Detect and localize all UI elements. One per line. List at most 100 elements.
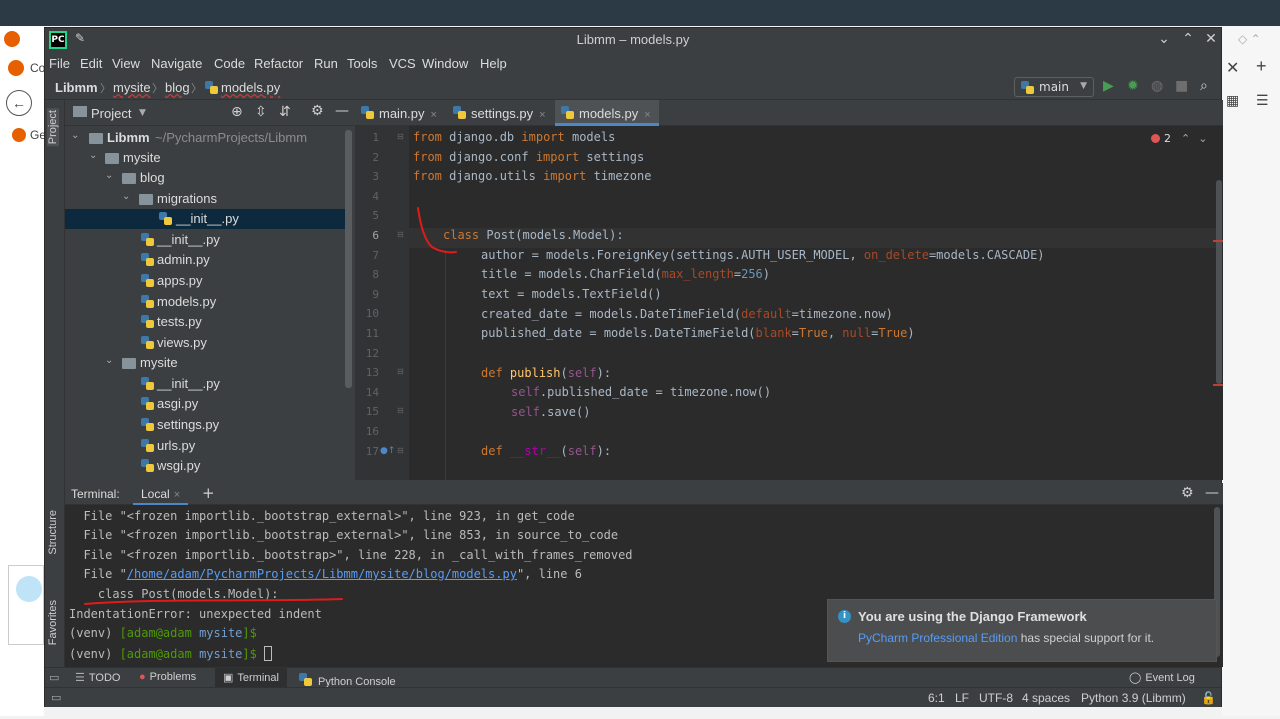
code-line-2[interactable]: from django.conf import settings: [413, 150, 644, 170]
tab-models-py[interactable]: models.py ×: [555, 100, 659, 126]
python-console-tab[interactable]: Python Console: [291, 668, 404, 688]
notification-link[interactable]: PyCharm Professional Edition: [858, 631, 1017, 645]
caret-position[interactable]: 6:1: [928, 691, 945, 705]
file-link[interactable]: /home/adam/PycharmProjects/Libmm/mysite/…: [127, 567, 517, 581]
tab-settings-py[interactable]: settings.py ×: [447, 100, 551, 126]
maximize-icon[interactable]: ⌃: [1179, 31, 1197, 47]
close-icon[interactable]: ×: [539, 109, 545, 121]
chevron-down-icon[interactable]: ⌄: [1198, 132, 1207, 145]
fold-icon[interactable]: ⊟: [397, 230, 404, 239]
menu-vcs[interactable]: VCS: [389, 56, 416, 71]
menu-refactor[interactable]: Refactor: [254, 56, 303, 71]
code-editor[interactable]: main.py × settings.py × models.py × 1 2 3 4…: [355, 100, 1223, 482]
tree-folder[interactable]: ⌄ migrations: [65, 189, 352, 209]
tree-file[interactable]: settings.py: [65, 415, 352, 435]
toggle-tool-windows-icon[interactable]: ▭: [49, 671, 59, 684]
stop-icon[interactable]: ■: [1175, 78, 1188, 94]
problems-indicator[interactable]: 2 ⌃ ⌄: [1151, 132, 1207, 145]
close-icon[interactable]: ×: [431, 109, 437, 121]
menu-window[interactable]: Window: [422, 56, 468, 71]
tree-file[interactable]: wsgi.py: [65, 456, 352, 476]
close-icon[interactable]: ×: [174, 489, 180, 501]
tree-file[interactable]: admin.py: [65, 250, 352, 270]
chevron-down-icon[interactable]: ⌄: [105, 170, 113, 181]
menu-view[interactable]: View: [112, 56, 140, 71]
bookmark-icon[interactable]: [12, 128, 26, 142]
new-tab-icon[interactable]: +: [1256, 56, 1267, 77]
tree-file[interactable]: apps.py: [65, 271, 352, 291]
hide-panel-icon[interactable]: —: [335, 103, 349, 119]
event-log-tab[interactable]: ◯ Event Log: [1121, 668, 1203, 688]
code-line-11[interactable]: published_date = models.DateTimeField(bl…: [481, 326, 915, 346]
tab-main-py[interactable]: main.py ×: [355, 100, 445, 126]
code-line-8[interactable]: title = models.CharField(max_length=256): [481, 267, 770, 287]
code-line-9[interactable]: text = models.TextField(): [481, 287, 662, 307]
extensions-icon[interactable]: ▦: [1226, 92, 1239, 109]
browser-window-controls[interactable]: ◇ ⌃: [1238, 32, 1261, 46]
gear-icon[interactable]: ⚙: [1181, 485, 1194, 501]
terminal-tab-local[interactable]: Local ×: [133, 483, 189, 505]
project-scrollbar[interactable]: [345, 130, 352, 388]
status-toggle-icon[interactable]: ▭: [51, 691, 61, 704]
fold-icon[interactable]: ⊟: [397, 406, 404, 415]
code-line-15[interactable]: self.save(): [511, 405, 590, 425]
fold-icon[interactable]: ⊟: [397, 446, 404, 455]
menu-code[interactable]: Code: [214, 56, 245, 71]
error-stripe-mark[interactable]: [1213, 384, 1223, 386]
chevron-down-icon[interactable]: ⌄: [122, 191, 130, 202]
code-line-13[interactable]: def publish(self):: [481, 366, 611, 386]
chevron-up-icon[interactable]: ⌃: [1181, 132, 1190, 145]
add-terminal-icon[interactable]: +: [202, 484, 215, 502]
close-tab-icon[interactable]: ✕: [1226, 58, 1239, 78]
favorites-tool-tab[interactable]: Favorites: [47, 600, 59, 645]
tree-file[interactable]: __init__.py: [65, 230, 352, 250]
structure-tool-tab[interactable]: Structure: [47, 510, 59, 555]
close-icon[interactable]: ×: [644, 109, 650, 121]
expand-all-icon[interactable]: ⇳: [255, 104, 267, 120]
firefox-icon[interactable]: [4, 31, 20, 47]
menu-run[interactable]: Run: [314, 56, 338, 71]
code-line-14[interactable]: self.published_date = timezone.now(): [511, 385, 771, 405]
breadcrumb-file[interactable]: models.py: [221, 80, 280, 95]
firefox-tab-icon[interactable]: [8, 60, 24, 76]
menu-tools[interactable]: Tools: [347, 56, 377, 71]
code-line-7[interactable]: author = models.ForeignKey(settings.AUTH…: [481, 248, 1045, 268]
lock-icon[interactable]: 🔓: [1201, 691, 1216, 705]
tree-file[interactable]: asgi.py: [65, 394, 352, 414]
editor-scrollbar[interactable]: [1216, 180, 1222, 384]
menu-navigate[interactable]: Navigate: [151, 56, 202, 71]
code-line-3[interactable]: from django.utils import timezone: [413, 169, 651, 189]
breadcrumb-project[interactable]: Libmm: [55, 80, 98, 95]
terminal-tab[interactable]: ▣ Terminal: [215, 668, 287, 688]
chevron-down-icon[interactable]: ⌄: [89, 150, 97, 161]
line-separator[interactable]: LF: [955, 691, 969, 705]
back-button[interactable]: ←: [6, 90, 32, 116]
tree-file[interactable]: views.py: [65, 333, 352, 353]
chevron-down-icon[interactable]: ⌄: [71, 130, 79, 141]
menu-icon[interactable]: ☰: [1256, 92, 1269, 109]
menu-file[interactable]: File: [49, 56, 70, 71]
code-line-17[interactable]: def __str__(self):: [481, 444, 611, 464]
tree-file[interactable]: tests.py: [65, 312, 352, 332]
tree-folder[interactable]: ⌄ mysite: [65, 148, 352, 168]
todo-tab[interactable]: ☰ TODO: [67, 668, 128, 688]
django-notification[interactable]: i You are using the Django Framework PyC…: [827, 599, 1217, 662]
file-encoding[interactable]: UTF-8: [979, 691, 1013, 705]
tree-file[interactable]: __init__.py: [65, 209, 352, 229]
error-stripe-mark[interactable]: [1213, 240, 1223, 242]
run-icon[interactable]: ▶: [1103, 78, 1114, 94]
project-panel-title[interactable]: Project: [91, 106, 131, 121]
project-tool-tab[interactable]: Project: [47, 108, 59, 147]
fold-icon[interactable]: ⊟: [397, 367, 404, 376]
minimize-icon[interactable]: ⌄: [1155, 31, 1173, 47]
breadcrumb-blog[interactable]: blog: [165, 80, 190, 95]
tree-file[interactable]: models.py: [65, 292, 352, 312]
menu-edit[interactable]: Edit: [80, 56, 102, 71]
search-icon[interactable]: ⌕: [1200, 78, 1208, 94]
python-interpreter[interactable]: Python 3.9 (Libmm): [1081, 691, 1186, 705]
locate-icon[interactable]: ⊕: [231, 104, 243, 120]
run-configuration-select[interactable]: main ▼: [1014, 77, 1094, 97]
chevron-down-icon[interactable]: ⌄: [105, 355, 113, 366]
tree-root[interactable]: ⌄ Libmm ~/PycharmProjects/Libmm: [65, 128, 352, 148]
terminal-prompt[interactable]: (venv) [adam@adam mysite]$: [69, 646, 273, 661]
